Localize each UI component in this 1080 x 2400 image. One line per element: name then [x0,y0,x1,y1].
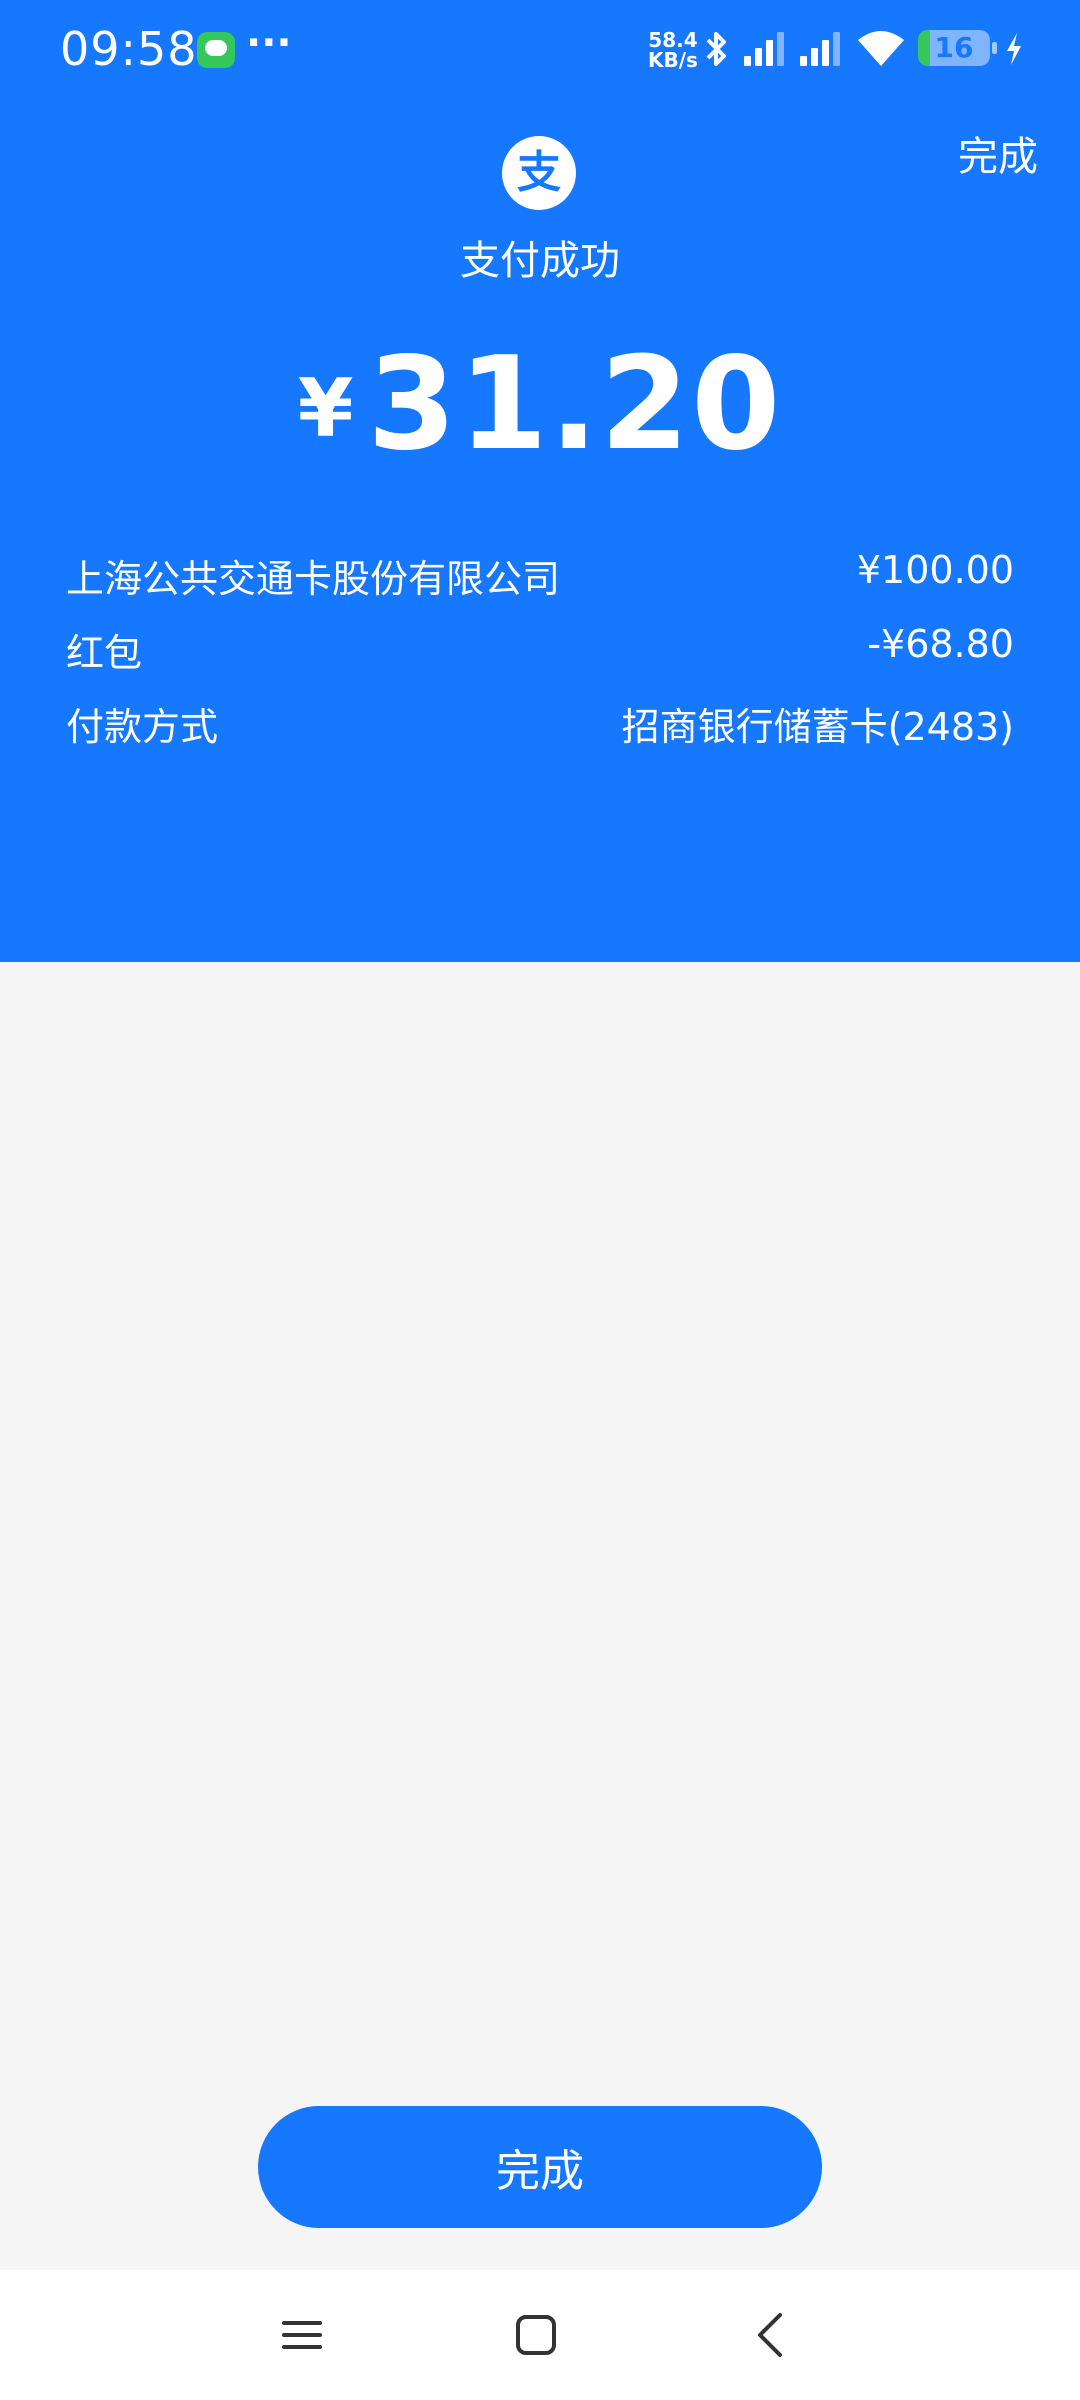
currency-symbol: ¥ [297,362,354,455]
signal-strength-icon [744,32,784,66]
done-button[interactable]: 完成 [258,2106,822,2228]
network-speed-value: 58.4 [648,28,698,52]
detail-value: 招商银行储蓄卡(2483) [621,705,1014,749]
back-icon[interactable] [720,2270,820,2400]
detail-label: 红包 [66,631,143,675]
header-curve [0,880,1080,959]
done-link[interactable]: 完成 [958,124,1038,182]
system-navigation-bar [0,2270,1080,2400]
payment-status-title: 支付成功 [460,238,620,284]
detail-value: ¥100.00 [856,548,1014,592]
more-notifications-icon: ··· [246,20,292,66]
detail-row-merchant: 上海公共交通卡股份有限公司 ¥100.00 [66,548,1014,608]
network-speed-unit: KB/s [648,48,698,72]
alipay-logo-icon: 支 [502,136,576,210]
alipay-logo-char: 支 [517,147,561,198]
battery-level: 16 [934,31,974,64]
amount-value: 31.20 [367,330,783,479]
detail-row-red-packet: 红包 -¥68.80 [66,622,1014,682]
menu-icon[interactable] [252,2270,352,2400]
detail-label: 上海公共交通卡股份有限公司 [66,557,561,601]
status-bar: 09:58 ··· 58.4 KB/s 16 [0,0,1080,100]
bluetooth-icon [706,32,726,66]
detail-label: 付款方式 [66,705,219,749]
battery-tip [992,42,997,54]
payment-amount: ¥31.20 [0,330,1080,479]
signal-strength-icon [800,32,840,66]
detail-value: -¥68.80 [867,622,1014,666]
battery-icon: 16 [918,30,990,66]
wifi-icon [858,31,904,66]
home-icon[interactable] [486,2270,586,2400]
message-icon [197,32,235,68]
detail-row-payment-method: 付款方式 招商银行储蓄卡(2483) [66,696,1014,756]
charging-icon [1007,33,1021,65]
network-speed: 58.4 KB/s [648,30,698,70]
status-time: 09:58 [60,22,198,76]
